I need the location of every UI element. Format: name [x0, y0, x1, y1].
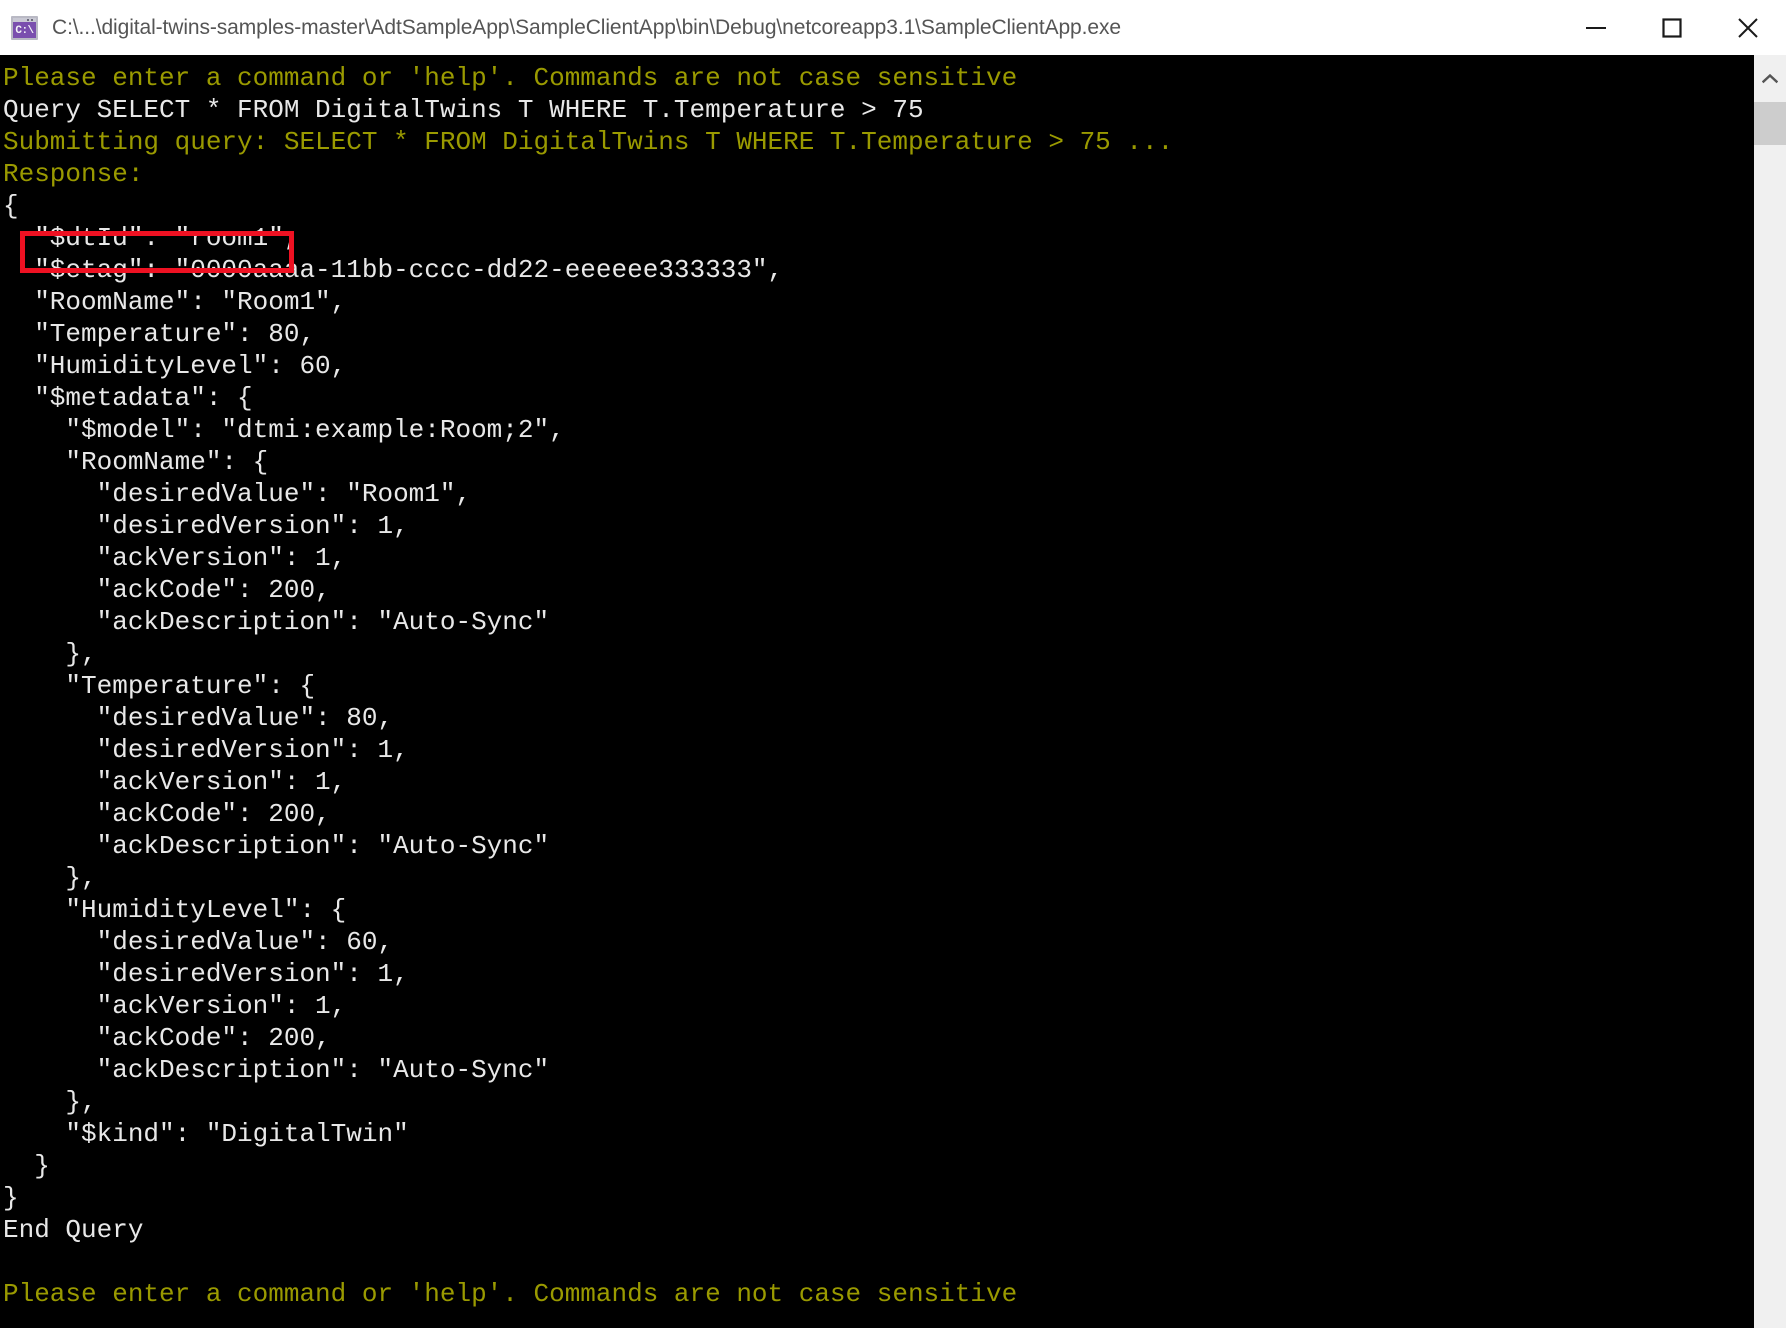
console-line: "Temperature": 80,: [3, 319, 316, 349]
console-text-block: Please enter a command or 'help'. Comman…: [0, 55, 1173, 1310]
console-line: "Temperature": {: [3, 671, 316, 701]
console-line: "$metadata": {: [3, 383, 253, 413]
console-line: "desiredValue": 60,: [3, 927, 394, 957]
console-line: }: [3, 1151, 50, 1181]
console-line: "ackDescription": "Auto-Sync": [3, 607, 550, 637]
console-line: "ackVersion": 1,: [3, 543, 347, 573]
console-line: "desiredVersion": 1,: [3, 511, 409, 541]
scroll-up-arrow-icon[interactable]: [1754, 55, 1786, 102]
console-line: Response:: [3, 159, 144, 189]
console-line: Submitting query: SELECT * FROM DigitalT…: [3, 127, 1174, 157]
scrollbar-thumb[interactable]: [1754, 102, 1786, 145]
console-line: "$model": "dtmi:example:Room;2",: [3, 415, 565, 445]
console-line: "ackCode": 200,: [3, 799, 331, 829]
console-line: Query SELECT * FROM DigitalTwins T WHERE…: [3, 95, 924, 125]
icon-dot-2: [31, 18, 33, 21]
console-line: "HumidityLevel": {: [3, 895, 347, 925]
console-line: },: [3, 639, 97, 669]
console-line: "ackCode": 200,: [3, 575, 331, 605]
console-line: Please enter a command or 'help'. Comman…: [3, 1279, 1018, 1309]
console-output-area[interactable]: Please enter a command or 'help'. Comman…: [0, 55, 1754, 1328]
console-line: {: [3, 191, 19, 221]
console-line: "desiredVersion": 1,: [3, 959, 409, 989]
console-line: "desiredVersion": 1,: [3, 735, 409, 765]
title-bar[interactable]: C:\ C:\...\digital-twins-samples-master\…: [0, 0, 1786, 55]
icon-dot-1: [27, 18, 29, 21]
console-line: }: [3, 1183, 19, 1213]
console-line: "ackVersion": 1,: [3, 991, 347, 1021]
console-line: "ackCode": 200,: [3, 1023, 331, 1053]
console-line: "ackDescription": "Auto-Sync": [3, 831, 550, 861]
console-line: "ackDescription": "Auto-Sync": [3, 1055, 550, 1085]
console-line: "desiredValue": 80,: [3, 703, 394, 733]
maximize-button[interactable]: [1634, 0, 1710, 55]
console-line: "HumidityLevel": 60,: [3, 351, 347, 381]
minimize-button[interactable]: [1558, 0, 1634, 55]
console-line: "$etag": "0000aaaa-11bb-cccc-dd22-eeeeee…: [3, 255, 784, 285]
console-line: },: [3, 1087, 97, 1117]
console-line: },: [3, 863, 97, 893]
console-line: "desiredValue": "Room1",: [3, 479, 472, 509]
console-line: "$dtId": "room1",: [3, 223, 300, 253]
console-line: End Query: [3, 1215, 144, 1245]
close-button[interactable]: [1710, 0, 1786, 55]
console-line: "ackVersion": 1,: [3, 767, 347, 797]
console-line: "$kind": "DigitalTwin": [3, 1119, 409, 1149]
window-title: C:\...\digital-twins-samples-master\AdtS…: [52, 15, 1121, 39]
window-controls: [1558, 0, 1786, 55]
console-line: Please enter a command or 'help'. Comman…: [3, 63, 1018, 93]
console-window: C:\ C:\...\digital-twins-samples-master\…: [0, 0, 1786, 1328]
console-line: "RoomName": {: [3, 447, 269, 477]
console-app-icon: C:\: [11, 15, 38, 40]
console-line: "RoomName": "Room1",: [3, 287, 347, 317]
vertical-scrollbar[interactable]: [1754, 55, 1786, 1328]
icon-prompt-glyph: C:\: [15, 24, 34, 37]
